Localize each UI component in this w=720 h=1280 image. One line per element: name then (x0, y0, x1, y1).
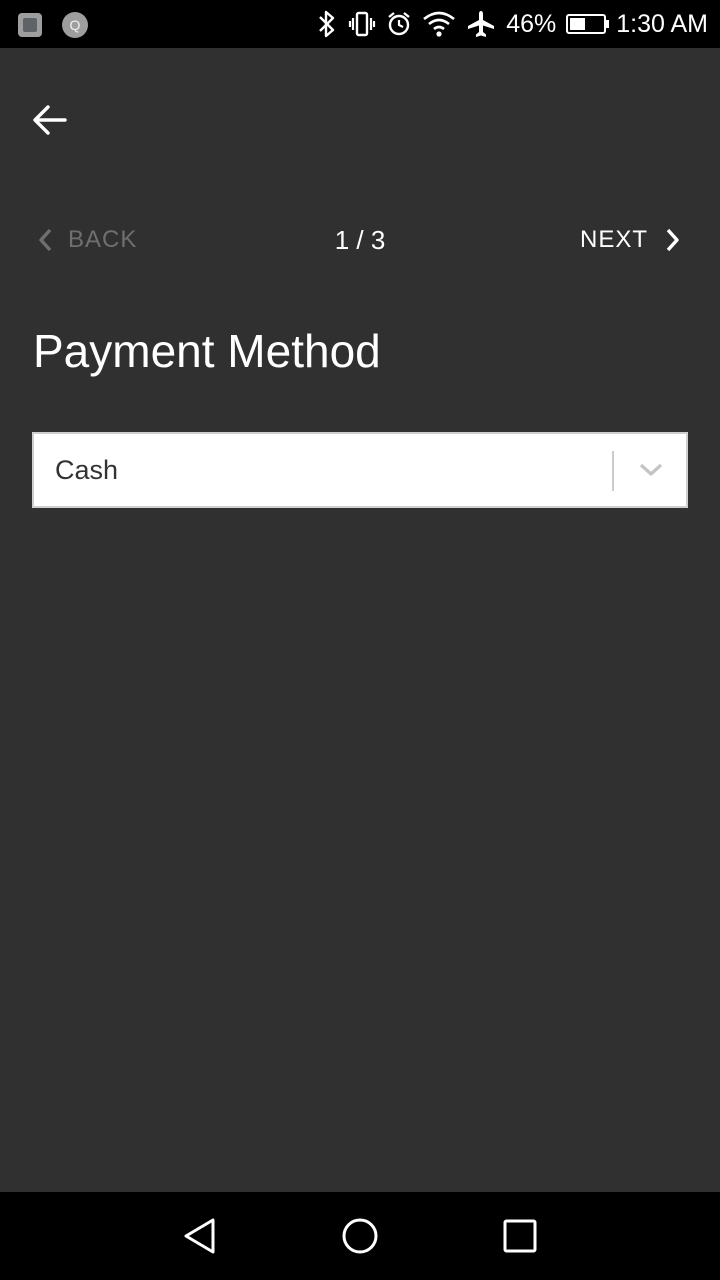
q-icon: Q (62, 12, 88, 38)
arrow-left-icon (33, 105, 67, 135)
stepper-next-label: NEXT (579, 226, 648, 253)
clock: 1:30 AM (616, 10, 708, 38)
payment-method-value: Cash (55, 455, 119, 485)
nav-home-icon (342, 1218, 378, 1254)
vibrate-icon (348, 10, 376, 38)
notification-icons: Q (18, 12, 88, 38)
wifi-icon (422, 10, 456, 38)
status-bar: Q 46% 1:30 AM (0, 0, 720, 48)
battery-icon (566, 14, 610, 34)
stepper: BACK 1 / 3 NEXT (0, 212, 720, 268)
navigation-bar (0, 1192, 720, 1280)
nav-back-button[interactable] (160, 1192, 240, 1280)
nav-back-icon (184, 1218, 215, 1254)
nav-recents-button[interactable] (480, 1192, 560, 1280)
chevron-down-icon[interactable] (614, 434, 688, 506)
battery-level-fill (570, 18, 586, 30)
alarm-icon (386, 10, 412, 38)
system-icons: 46% 1:30 AM (316, 0, 708, 48)
bluetooth-icon (316, 10, 338, 38)
gallery-icon (18, 13, 42, 37)
nav-recents-icon (503, 1219, 537, 1253)
nav-home-button[interactable] (320, 1192, 400, 1280)
stepper-next-button[interactable]: NEXT (580, 212, 680, 268)
page-title: Payment Method (33, 325, 381, 377)
screen: Q 46% 1:30 AM BACK 1 / 3 NEXT Payment Me… (0, 0, 720, 1280)
back-arrow-button[interactable] (26, 96, 74, 144)
payment-method-select[interactable]: Cash (32, 432, 688, 508)
chevron-right-icon (666, 228, 679, 252)
battery-percent: 46% (506, 10, 557, 38)
airplane-icon (466, 9, 496, 39)
